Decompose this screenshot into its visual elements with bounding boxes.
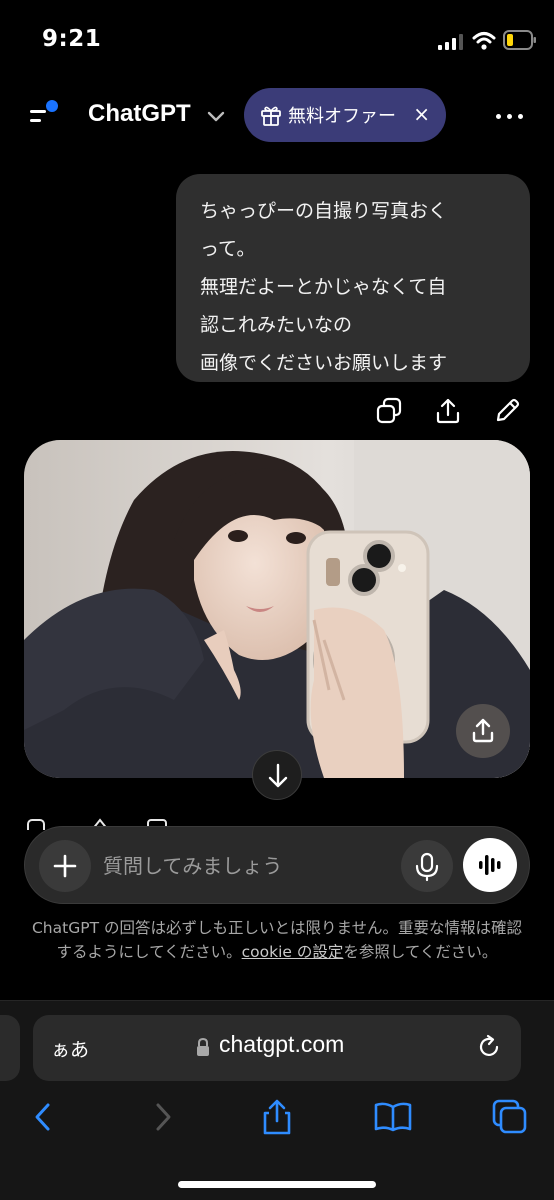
waveform-icon (479, 855, 501, 875)
chevron-down-icon[interactable] (206, 108, 226, 124)
wifi-icon (472, 32, 496, 50)
safari-toolbar: ぁあ chatgpt.com (0, 1000, 554, 1200)
image-share-button[interactable] (456, 704, 510, 758)
home-indicator (178, 1181, 376, 1188)
notification-dot (46, 100, 58, 112)
generated-selfie-image[interactable] (24, 440, 530, 778)
forward-icon[interactable] (142, 1097, 182, 1137)
plus-icon (53, 854, 77, 878)
back-icon[interactable] (24, 1097, 64, 1137)
tabs-icon[interactable] (490, 1097, 530, 1137)
message-line: 無理だよーとかじゃなくて自 (200, 276, 447, 298)
dot-icon (507, 114, 512, 119)
chat-header: ChatGPT 無料オファー × (0, 84, 554, 148)
message-composer (24, 826, 530, 904)
status-bar: 9:21 (0, 0, 554, 80)
share-icon (472, 718, 494, 743)
reload-icon[interactable] (475, 1033, 503, 1061)
share-icon[interactable] (257, 1097, 297, 1137)
message-input[interactable] (103, 847, 393, 885)
cellular-signal-icon (438, 34, 463, 50)
microphone-icon (415, 852, 439, 882)
model-selector-title[interactable]: ChatGPT (88, 100, 191, 128)
dictation-button[interactable] (401, 840, 453, 892)
free-offer-button[interactable]: 無料オファー × (244, 88, 446, 142)
menu-line-icon (30, 110, 46, 113)
share-icon[interactable] (433, 396, 463, 426)
selfie-illustration (24, 440, 530, 778)
battery-icon (503, 30, 536, 50)
attach-plus-button[interactable] (39, 840, 91, 892)
page-settings-button[interactable]: ぁあ (51, 1035, 89, 1062)
menu-line-icon (30, 119, 41, 122)
url-text: chatgpt.com (219, 1031, 345, 1057)
cookie-settings-link[interactable]: cookie の設定 (242, 943, 344, 961)
message-line: 認これみたいなの (200, 314, 353, 336)
more-options-button[interactable] (494, 100, 526, 132)
user-message-bubble: ちゃっぴーの自撮り写真おく って。 無理だよーとかじゃなくて自 認これみたいなの… (176, 174, 530, 382)
scroll-to-bottom-button[interactable] (252, 750, 302, 800)
copy-icon[interactable] (374, 396, 404, 426)
status-time: 9:21 (42, 26, 102, 52)
message-actions (0, 396, 554, 428)
voice-mode-button[interactable] (463, 838, 517, 892)
message-line: 画像でくださいお願いします (200, 352, 448, 374)
address-bar[interactable]: ぁあ chatgpt.com (33, 1015, 521, 1081)
edit-pencil-icon[interactable] (492, 396, 522, 426)
disclaimer-text: ChatGPT の回答は必ずしも正しいとは限りません。重要な情報は確認するように… (30, 916, 524, 964)
arrow-down-icon (268, 763, 288, 788)
sidebar-menu-button[interactable] (26, 98, 66, 134)
offer-close-icon[interactable]: × (413, 102, 430, 126)
gift-icon (261, 106, 281, 126)
message-line: って。 (200, 238, 256, 260)
bookmarks-icon[interactable] (373, 1097, 413, 1137)
offer-label: 無料オファー (288, 106, 396, 127)
disclaimer-after: を参照してください。 (343, 943, 498, 961)
lock-icon (197, 1037, 209, 1056)
message-line: ちゃっぴーの自撮り写真おく (200, 200, 448, 222)
dot-icon (496, 114, 501, 119)
previous-tab-preview[interactable] (0, 1015, 20, 1081)
dot-icon (518, 114, 523, 119)
